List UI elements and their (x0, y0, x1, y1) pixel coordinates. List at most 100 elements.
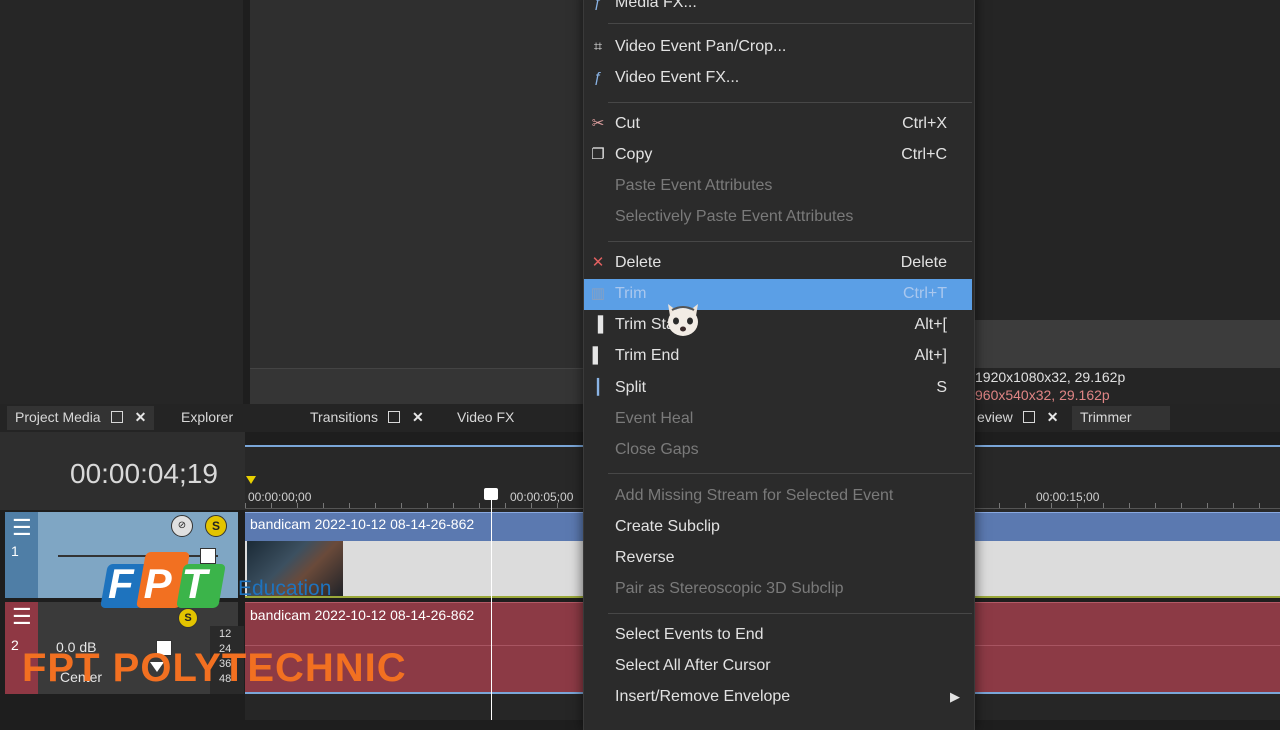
menu-item-split[interactable]: ┃ Split S (584, 373, 972, 403)
media-panel-bottom-bar (250, 368, 583, 405)
menu-item-shortcut: Alt+[ (914, 316, 947, 333)
menu-item-label: Close Gaps (615, 441, 699, 458)
tab-label: eview (977, 409, 1013, 425)
menu-item-label: Paste Event Attributes (615, 177, 773, 194)
crop-icon: ⌗ (593, 38, 603, 55)
menu-item-select-all-after-cursor[interactable]: Select All After Cursor (584, 651, 972, 681)
menu-separator (608, 473, 972, 474)
maximize-icon[interactable] (110, 411, 123, 423)
solo-icon[interactable]: S (205, 515, 227, 537)
ruler-label-5: 00:00:05;00 (510, 490, 574, 504)
trim-end-icon: ▌ (592, 347, 604, 364)
close-icon[interactable]: ✕ (412, 406, 424, 428)
menu-item-video-event-pan-crop[interactable]: ⌗ Video Event Pan/Crop... (584, 32, 972, 62)
fx-icon: ƒ (593, 0, 603, 11)
chevron-right-icon: ▶ (950, 689, 960, 704)
tab-explorer[interactable]: Explorer (173, 406, 241, 430)
playhead-line[interactable] (491, 496, 492, 720)
menu-item-shortcut: Alt+] (914, 347, 947, 364)
menu-separator (608, 241, 972, 242)
menu-item-label: Copy (615, 146, 653, 163)
tab-trimmer[interactable]: Trimmer (1072, 406, 1170, 430)
menu-item-cut[interactable]: ✂ Cut Ctrl+X (584, 109, 972, 139)
menu-item-event-heal[interactable]: Event Heal (584, 404, 972, 434)
meter-label-12: 12 (219, 628, 232, 640)
menu-item-label: Video Event Pan/Crop... (615, 38, 787, 55)
menu-item-trim-end[interactable]: ▌ Trim End Alt+] (584, 341, 972, 371)
menu-item-label: Reverse (615, 549, 675, 566)
menu-item-trim[interactable]: ▥ Trim Ctrl+T (584, 279, 972, 309)
menu-item-copy[interactable]: ❐ Copy Ctrl+C (584, 140, 972, 170)
close-icon[interactable]: ✕ (1047, 406, 1059, 428)
menu-item-add-missing-stream[interactable]: Add Missing Stream for Selected Event (584, 481, 972, 511)
tab-label: Project Media (15, 409, 101, 425)
tab-label: Explorer (181, 409, 234, 425)
track1-slider[interactable] (58, 555, 218, 557)
timecode-display: 00:00:04;19 (70, 458, 218, 489)
menu-item-label: Insert/Remove Envelope (615, 688, 791, 705)
playhead-handle[interactable] (484, 488, 498, 500)
menu-item-label: Cut (615, 115, 640, 132)
menu-item-selectively-paste-event-attributes[interactable]: Selectively Paste Event Attributes (584, 202, 972, 232)
menu-item-video-event-fx[interactable]: ƒ Video Event FX... (584, 63, 972, 93)
menu-item-shortcut: Ctrl+T (903, 285, 947, 302)
fpt-logo-text: FPT (108, 560, 218, 607)
ruler-label-0: 00:00:00;00 (248, 490, 312, 504)
copy-icon: ❐ (591, 146, 605, 163)
menu-item-label: Split (615, 379, 647, 396)
menu-item-label: Delete (615, 254, 662, 271)
tab-label: Transitions (310, 409, 378, 425)
context-menu: ƒ Media FX... ⌗ Video Event Pan/Crop... ƒ Vid… (583, 0, 975, 730)
delete-x-icon: ✕ (591, 254, 605, 271)
preview-info-line2: 960x540x32, 29.162p (975, 387, 1110, 403)
menu-item-label: Select All After Cursor (615, 657, 771, 674)
video-clip-name: bandicam 2022-10-12 08-14-26-862 (250, 516, 475, 532)
loop-marker[interactable] (246, 476, 256, 484)
polytechnic-text: FPT POLYTECHNIC (22, 646, 407, 690)
menu-item-media-fx[interactable]: ƒ Media FX... (584, 0, 972, 18)
menu-item-shortcut: S (936, 379, 947, 396)
menu-item-trim-start[interactable]: ▐ Trim Start Alt+[ (584, 310, 972, 340)
menu-item-create-subclip[interactable]: Create Subclip (584, 512, 972, 542)
audio-clip-name: bandicam 2022-10-12 08-14-26-862 (250, 607, 475, 623)
track1-menu-icon[interactable]: ☰ (12, 515, 32, 541)
track1-number: 1 (11, 543, 19, 559)
close-icon[interactable]: ✕ (135, 406, 147, 428)
menu-item-label: Video Event FX... (615, 69, 740, 86)
ruler-label-15: 00:00:15;00 (1036, 490, 1100, 504)
maximize-icon[interactable] (387, 411, 400, 423)
track2-solo-icon[interactable]: S (178, 608, 198, 628)
menu-item-insert-remove-envelope[interactable]: Insert/Remove Envelope ▶ (584, 682, 972, 712)
tab-label: Video FX (457, 409, 515, 425)
menu-item-label: Selectively Paste Event Attributes (615, 208, 854, 225)
scissors-icon: ✂ (591, 115, 605, 132)
trim-icon: ▥ (590, 285, 606, 302)
menu-separator (608, 102, 972, 103)
menu-item-label: Create Subclip (615, 518, 720, 535)
menu-item-pair-stereoscopic[interactable]: Pair as Stereoscopic 3D Subclip (584, 574, 972, 604)
menu-item-paste-event-attributes[interactable]: Paste Event Attributes (584, 171, 972, 201)
track2-menu-icon[interactable]: ☰ (12, 604, 32, 630)
preview-toolbar (973, 320, 1280, 368)
tab-video-fx[interactable]: Video FX (449, 406, 522, 430)
menu-item-shortcut: Ctrl+C (901, 146, 947, 163)
education-text: Education (238, 577, 332, 600)
menu-separator (608, 613, 972, 614)
fx-icon: ƒ (593, 69, 603, 86)
split-icon: ┃ (593, 379, 603, 396)
menu-item-reverse[interactable]: Reverse (584, 543, 972, 573)
menu-item-select-events-to-end[interactable]: Select Events to End (584, 620, 972, 650)
menu-item-close-gaps[interactable]: Close Gaps (584, 435, 972, 465)
left-empty-panel (0, 0, 243, 404)
maximize-icon[interactable] (1022, 411, 1035, 423)
mute-icon[interactable]: ⊘ (171, 515, 193, 537)
menu-item-label: Event Heal (615, 410, 694, 427)
tab-project-media[interactable]: Project Media ✕ (7, 406, 155, 430)
preview-info-line1: 1920x1080x32, 29.162p (975, 369, 1126, 385)
menu-item-delete[interactable]: ✕ Delete Delete (584, 248, 972, 278)
menu-item-shortcut: Ctrl+X (902, 115, 947, 132)
tab-transitions[interactable]: Transitions ✕ (302, 406, 432, 430)
trim-start-icon: ▐ (592, 316, 604, 333)
menu-item-label: Select Events to End (615, 626, 764, 643)
tab-preview[interactable]: eview ✕ (973, 406, 1063, 430)
